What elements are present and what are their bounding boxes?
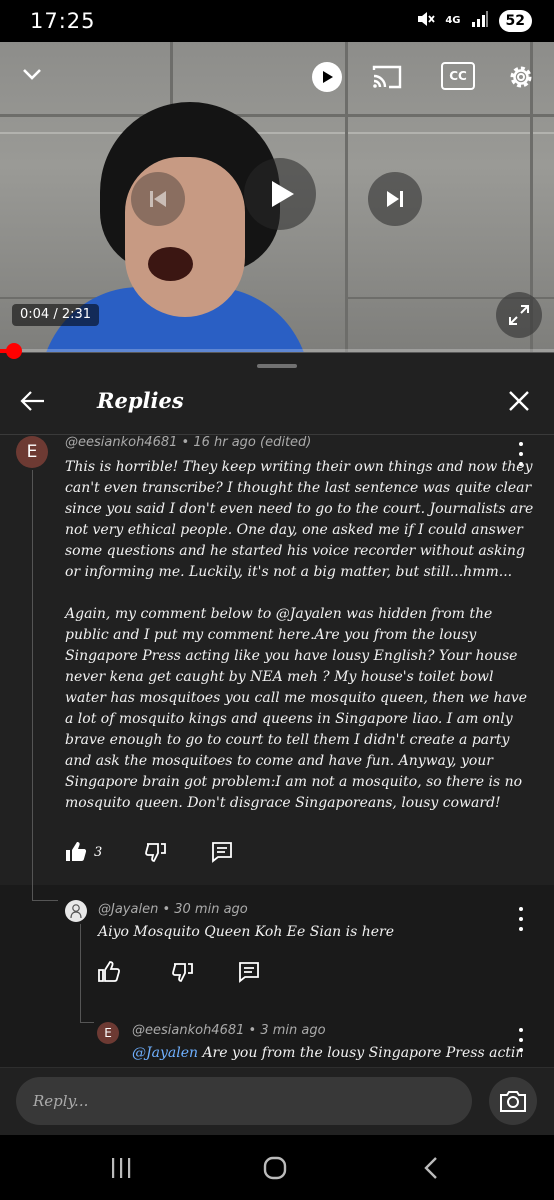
thumbs-down-icon [172, 963, 193, 982]
avatar[interactable] [65, 900, 87, 922]
comment-actions: 3 [64, 840, 234, 864]
settings-gear-icon[interactable] [504, 60, 538, 94]
battery-icon: 52 [498, 10, 532, 32]
mute-icon [415, 9, 436, 33]
autoplay-toggle-icon[interactable] [312, 62, 342, 92]
avatar[interactable]: E [16, 436, 48, 468]
reply-meta: @Jayalen • 30 min ago [98, 902, 248, 917]
camera-button[interactable] [489, 1077, 537, 1125]
reply-input[interactable]: Reply... [16, 1077, 472, 1125]
status-icons: 4G 52 [415, 9, 532, 33]
replies-panel: Replies E @eesiankoh4681 • 16 hr ago (ed… [0, 352, 554, 1135]
reply-meta: @eesiankoh4681 • 3 min ago [132, 1023, 326, 1038]
back-arrow-icon[interactable] [18, 386, 48, 416]
close-icon[interactable] [504, 386, 534, 416]
system-nav-bar [0, 1135, 554, 1200]
network-type: 4G [445, 15, 461, 26]
status-bar: 17:25 4G 52 [0, 0, 554, 42]
replies-header: Replies [0, 372, 554, 434]
previous-icon[interactable] [131, 172, 185, 226]
mention-link[interactable]: @Jayalen [132, 1045, 198, 1061]
captions-icon[interactable]: CC [441, 62, 475, 90]
dislike-button[interactable] [171, 960, 195, 984]
signal-icon [471, 10, 489, 32]
current-time: 0:04 [20, 307, 50, 322]
back-icon[interactable] [416, 1153, 446, 1183]
reply-text: @Jayalen Are you from the lousy Singapor… [132, 1045, 522, 1061]
comment-meta: @eesiankoh4681 • 16 hr ago (edited) [65, 435, 312, 450]
reply-actions [97, 960, 261, 984]
reply-bar: Reply... [0, 1067, 554, 1135]
drag-handle[interactable] [257, 364, 297, 368]
page-title: Replies [97, 388, 184, 413]
fullscreen-icon[interactable] [496, 292, 542, 338]
avatar[interactable]: E [97, 1022, 119, 1044]
play-icon[interactable] [244, 158, 316, 230]
like-button[interactable] [97, 960, 121, 984]
video-progress-track[interactable] [0, 349, 554, 353]
dislike-button[interactable] [144, 840, 168, 864]
camera-icon [500, 1091, 526, 1112]
like-count: 3 [94, 844, 103, 860]
reply-text: Aiyo Mosquito Queen Koh Ee Sian is here [98, 924, 395, 940]
next-icon[interactable] [368, 172, 422, 226]
battery-level: 52 [505, 13, 525, 29]
cast-icon[interactable] [370, 60, 404, 94]
duration: 2:31 [61, 307, 92, 322]
thumbs-up-icon [98, 961, 120, 982]
reply-button[interactable] [237, 960, 261, 984]
video-time-display: 0:04 / 2:31 [12, 304, 100, 326]
status-time: 17:25 [30, 9, 96, 33]
collapse-chevron-icon[interactable] [16, 58, 48, 90]
comment-reply-icon [239, 962, 259, 983]
like-button[interactable]: 3 [64, 840, 102, 864]
home-icon[interactable] [260, 1153, 290, 1183]
captions-label: CC [449, 69, 467, 83]
comment-text: This is horrible! They keep writing thei… [65, 459, 534, 811]
video-player[interactable]: CC 0:04 / 2:31 [0, 42, 554, 352]
thumbs-down-icon [145, 843, 167, 862]
reply-button[interactable] [210, 840, 234, 864]
thumbs-up-icon [66, 842, 87, 861]
recents-icon[interactable] [106, 1153, 136, 1183]
comment-reply-icon [212, 842, 233, 863]
video-scrubber-handle[interactable] [6, 343, 22, 359]
